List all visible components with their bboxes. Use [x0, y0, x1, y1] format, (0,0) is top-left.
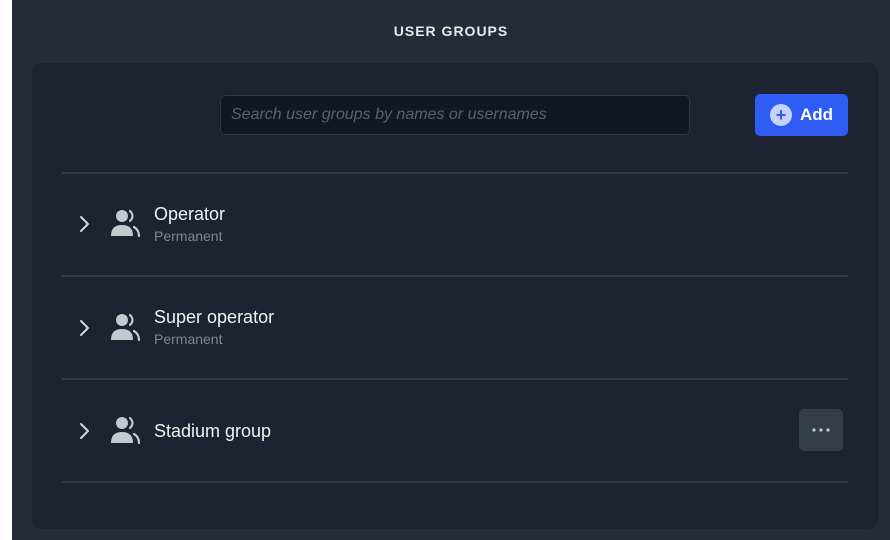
group-row-stadium-group[interactable]: Stadium group: [62, 379, 848, 479]
group-row-super-operator[interactable]: Super operator Permanent: [62, 276, 848, 376]
group-subtitle: Permanent: [154, 331, 223, 347]
add-button[interactable]: + Add: [755, 94, 848, 136]
plus-circle-icon: +: [769, 104, 792, 126]
chevron-right-icon[interactable]: [76, 318, 94, 338]
group-name: Operator: [154, 204, 226, 224]
user-group-icon: [108, 209, 142, 238]
page-title: USER GROUPS: [393, 23, 509, 39]
chevron-right-icon[interactable]: [76, 421, 94, 441]
add-button-label: Add: [799, 105, 834, 124]
user-groups-panel: + Add Operator Permanent: [32, 63, 878, 529]
group-subtitle: Permanent: [154, 228, 223, 244]
more-horizontal-icon: [812, 428, 830, 432]
group-name: Super operator: [154, 307, 275, 327]
user-group-icon: [108, 416, 142, 445]
user-group-icon: [108, 313, 142, 342]
user-groups-window: USER GROUPS + Add Operator Permanent: [12, 0, 890, 540]
divider: [62, 481, 848, 483]
chevron-right-icon[interactable]: [76, 214, 94, 234]
group-name: Stadium group: [154, 421, 272, 441]
group-row-operator[interactable]: Operator Permanent: [62, 173, 848, 273]
more-options-button[interactable]: [799, 409, 843, 451]
search-input[interactable]: [220, 95, 690, 135]
